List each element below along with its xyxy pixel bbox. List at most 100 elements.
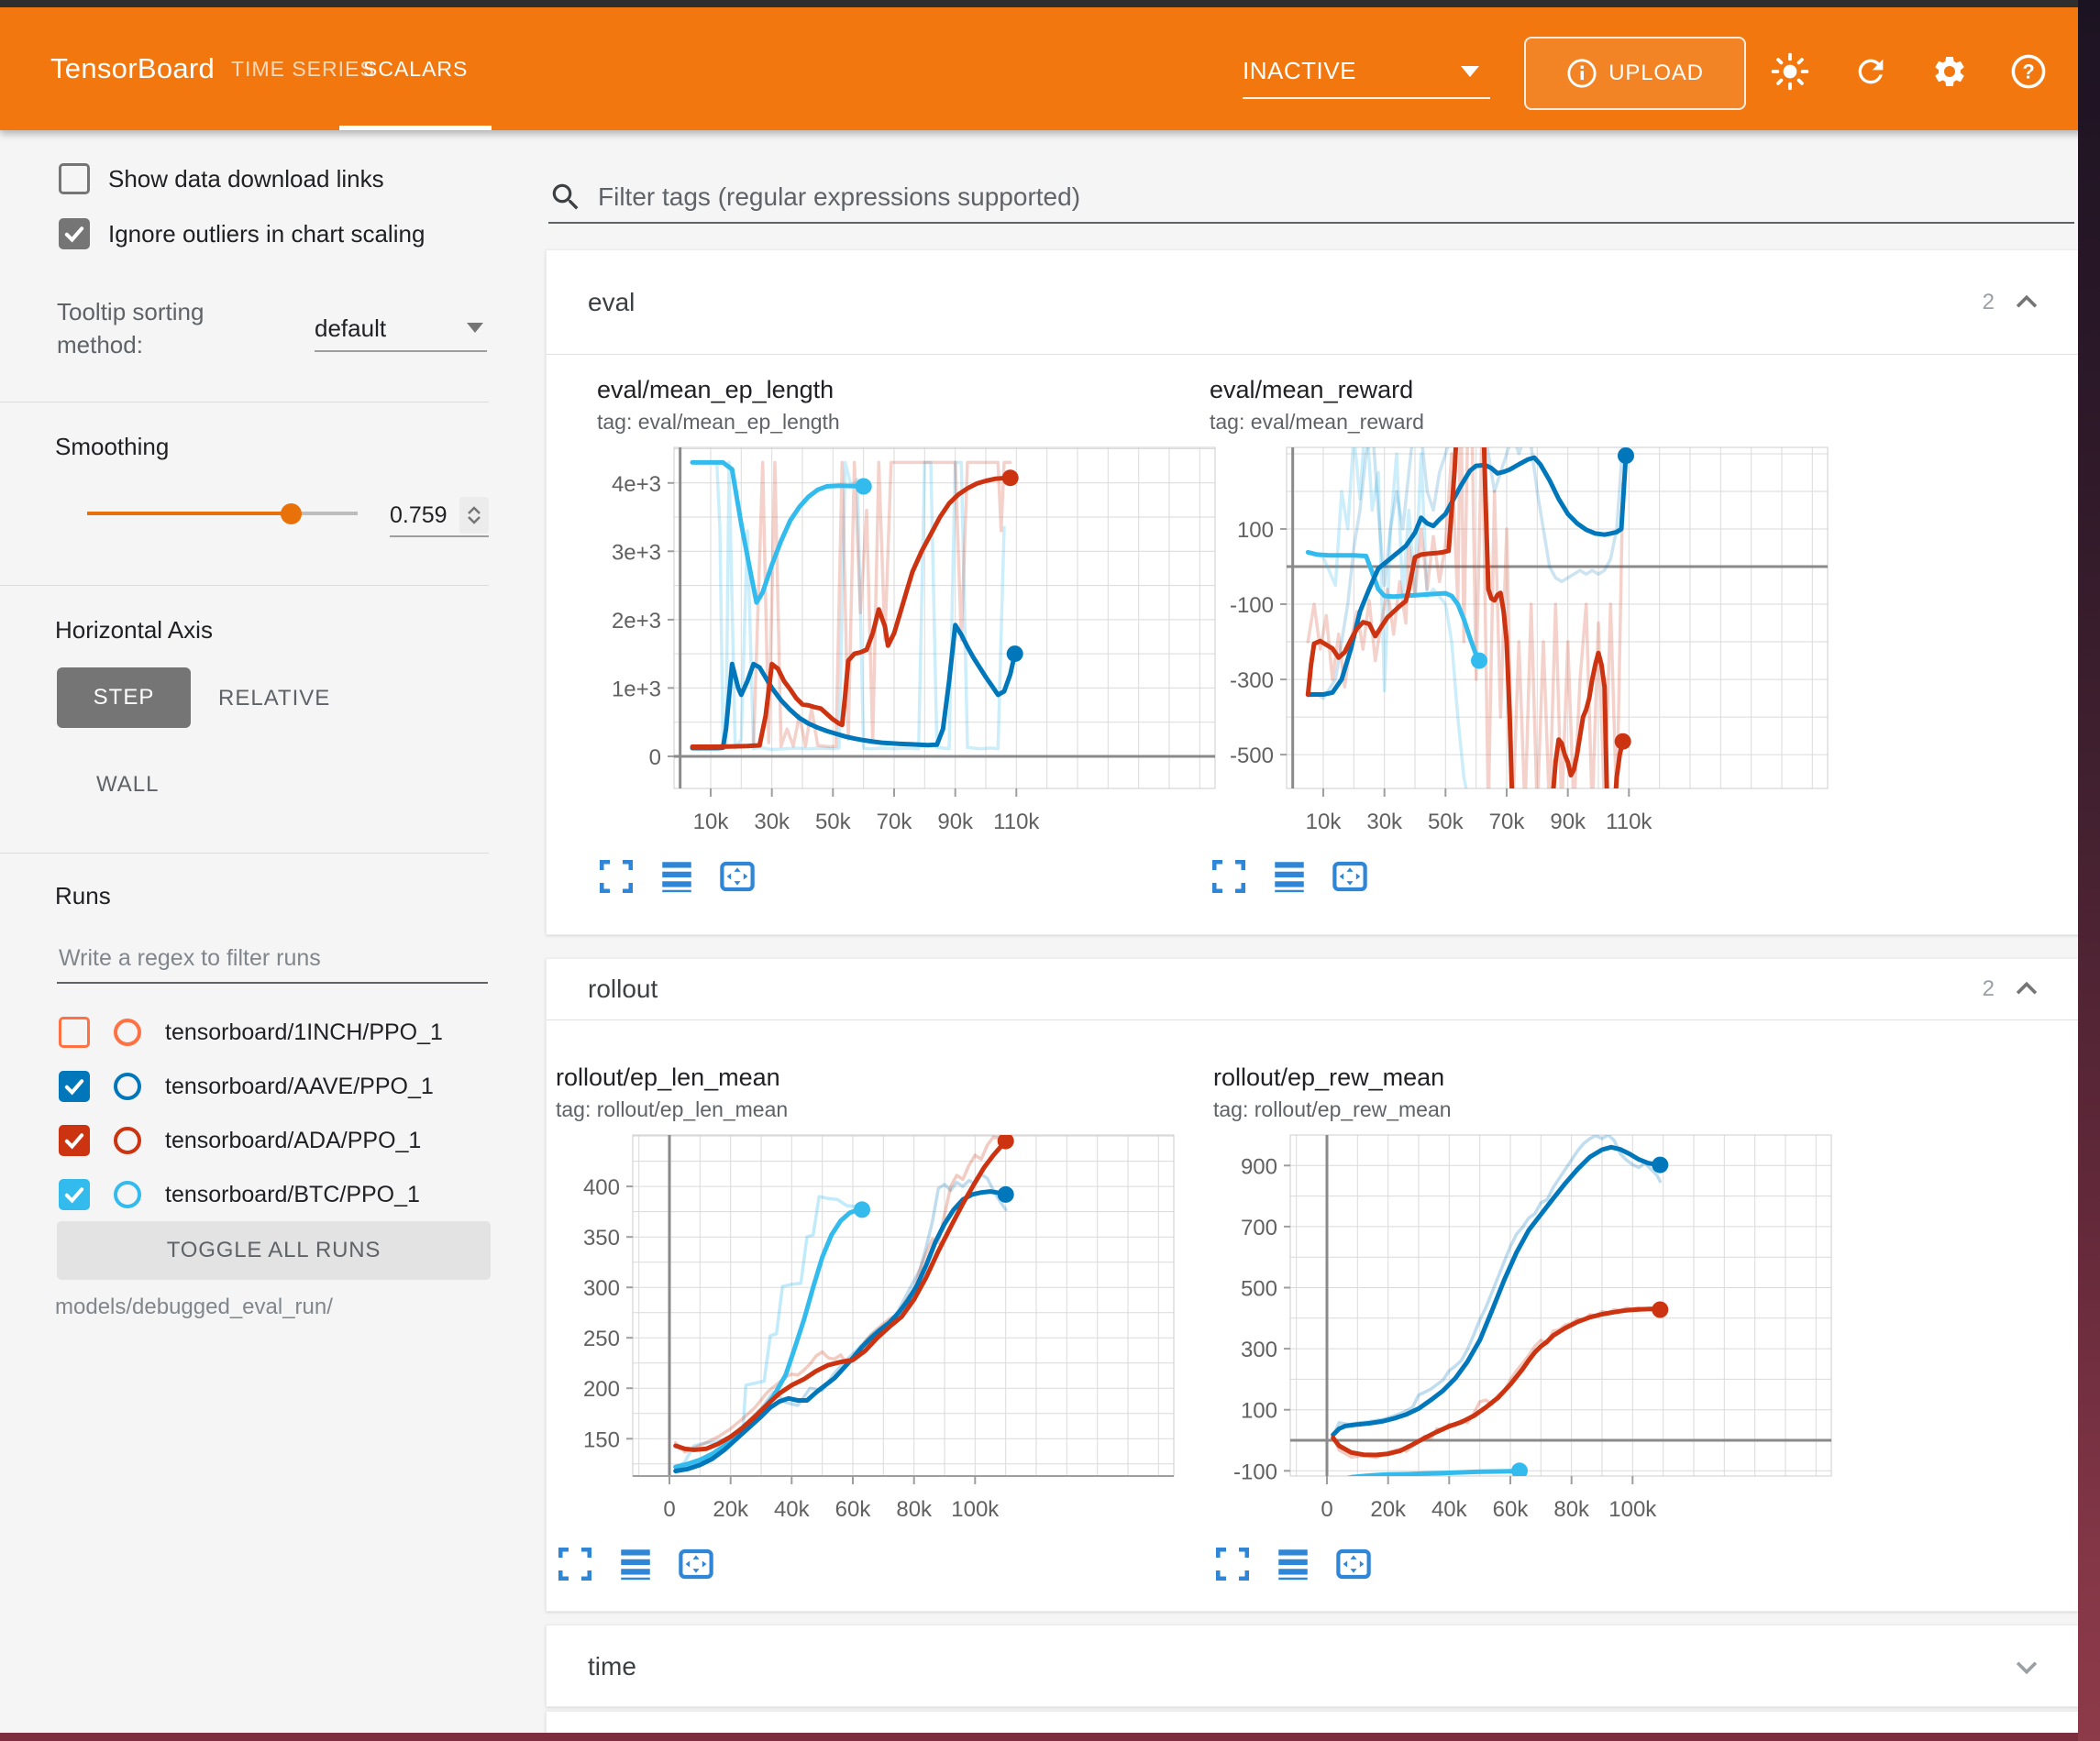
svg-text:700: 700 <box>1241 1216 1277 1240</box>
status-dropdown[interactable]: INACTIVE <box>1243 44 1490 99</box>
section-title: time <box>588 1652 636 1681</box>
chart-plot[interactable]: 10k30k50k70k90k110k100-100-300-500 <box>1210 440 1888 850</box>
chevron-up-icon[interactable] <box>2011 287 2042 318</box>
data-table-icon[interactable] <box>616 1545 655 1583</box>
svg-text:1e+3: 1e+3 <box>612 677 661 701</box>
svg-text:30k: 30k <box>1366 810 1403 834</box>
section-header-rollout[interactable]: rollout 2 <box>547 959 2079 1020</box>
desktop-right-edge <box>2078 0 2100 1741</box>
section-header-eval[interactable]: eval 2 <box>547 250 2079 355</box>
section-card-time: time <box>546 1625 2080 1707</box>
chart-plot[interactable]: 020k40k60k80k100k-100100300500700900 <box>1213 1128 1892 1537</box>
svg-text:110k: 110k <box>1606 810 1652 834</box>
chart-toolbar <box>597 857 1276 896</box>
run-color-swatch <box>114 1019 141 1046</box>
svg-text:100k: 100k <box>1608 1497 1657 1522</box>
help-button[interactable]: ? <box>2008 51 2049 92</box>
window-bottom-edge <box>0 1733 2100 1741</box>
checkbox-show-download-links-label: Show data download links <box>108 165 384 193</box>
svg-text:90k: 90k <box>1550 810 1586 834</box>
divider <box>0 853 489 854</box>
svg-text:200: 200 <box>583 1377 620 1402</box>
svg-text:250: 250 <box>583 1327 620 1351</box>
number-stepper[interactable] <box>459 497 489 534</box>
chevron-up-icon[interactable] <box>2011 974 2042 1005</box>
fullscreen-icon[interactable] <box>1213 1545 1252 1583</box>
fit-to-screen-icon[interactable] <box>1331 857 1369 896</box>
runs-filter-input[interactable] <box>57 944 482 973</box>
run-checkbox[interactable] <box>59 1071 90 1102</box>
chart-title: rollout/ep_rew_mean <box>1213 1063 1892 1092</box>
checkbox-ignore-outliers[interactable] <box>59 218 90 249</box>
help-icon: ? <box>2009 52 2048 91</box>
chart-toolbar <box>556 1545 1234 1583</box>
run-row-ada[interactable]: tensorboard/ADA/PPO_1 <box>59 1122 536 1159</box>
run-color-swatch <box>114 1181 141 1208</box>
section-count: 2 <box>1983 290 1995 315</box>
run-checkbox[interactable] <box>59 1125 90 1156</box>
filter-tags-input[interactable] <box>596 182 1975 213</box>
svg-text:100: 100 <box>1237 518 1274 543</box>
run-checkbox[interactable] <box>59 1017 90 1048</box>
svg-text:300: 300 <box>1241 1338 1277 1362</box>
filter-tags-field[interactable] <box>548 172 2074 224</box>
section-header-time[interactable]: time <box>547 1625 2079 1708</box>
svg-text:80k: 80k <box>896 1497 933 1522</box>
toggle-all-runs-button[interactable]: TOGGLE ALL RUNS <box>57 1221 491 1280</box>
chart-rollout-ep-len-mean: rollout/ep_len_mean tag: rollout/ep_len_… <box>556 1063 1234 1583</box>
upload-button-label: UPLOAD <box>1608 61 1704 86</box>
smoothing-value-input[interactable]: 0.759 <box>390 495 489 537</box>
chart-title: rollout/ep_len_mean <box>556 1063 1234 1092</box>
tooltip-sorting-dropdown[interactable]: default <box>315 306 487 352</box>
run-label: tensorboard/AAVE/PPO_1 <box>165 1074 434 1100</box>
svg-text:300: 300 <box>583 1276 620 1301</box>
runs-base-path: models/debugged_eval_run/ <box>55 1295 333 1320</box>
run-row-1inch[interactable]: tensorboard/1INCH/PPO_1 <box>59 1014 536 1051</box>
fit-to-screen-icon[interactable] <box>1334 1545 1373 1583</box>
chart-plot[interactable]: 020k40k60k80k100k150200250300350400 <box>556 1128 1234 1537</box>
fullscreen-icon[interactable] <box>556 1545 594 1583</box>
fullscreen-icon[interactable] <box>597 857 636 896</box>
smoothing-value: 0.759 <box>390 502 448 529</box>
chevron-down-icon[interactable] <box>2011 1651 2042 1682</box>
fullscreen-icon[interactable] <box>1210 857 1248 896</box>
chart-plot[interactable]: 10k30k50k70k90k110k01e+32e+33e+34e+3 <box>597 440 1276 850</box>
data-table-icon[interactable] <box>1270 857 1309 896</box>
tab-scalars[interactable]: SCALARS <box>339 7 492 130</box>
axis-option-relative[interactable]: RELATIVE <box>218 686 330 711</box>
fit-to-screen-icon[interactable] <box>718 857 757 896</box>
chart-toolbar <box>1210 857 1888 896</box>
data-table-icon[interactable] <box>658 857 696 896</box>
run-row-aave[interactable]: tensorboard/AAVE/PPO_1 <box>59 1068 536 1105</box>
svg-text:400: 400 <box>583 1175 620 1200</box>
smoothing-label: Smoothing <box>55 433 169 461</box>
axis-option-step[interactable]: STEP <box>57 667 191 728</box>
upload-button[interactable]: UPLOAD <box>1524 37 1746 110</box>
run-checkbox[interactable] <box>59 1179 90 1210</box>
refresh-icon <box>1852 53 1889 90</box>
data-table-icon[interactable] <box>1274 1545 1312 1583</box>
gear-icon <box>1931 53 1968 90</box>
svg-text:-500: -500 <box>1230 744 1274 768</box>
app-header: TensorBoard TIME SERIES SCALARS INACTIVE… <box>0 7 2100 130</box>
svg-text:80k: 80k <box>1553 1497 1590 1522</box>
settings-button[interactable] <box>1929 51 1970 92</box>
smoothing-slider-handle[interactable] <box>281 503 302 524</box>
chevron-up-icon <box>467 506 481 515</box>
fit-to-screen-icon[interactable] <box>677 1545 715 1583</box>
run-row-btc[interactable]: tensorboard/BTC/PPO_1 <box>59 1176 536 1213</box>
svg-text:-100: -100 <box>1233 1460 1277 1484</box>
runs-filter-field[interactable] <box>57 944 488 984</box>
svg-text:0: 0 <box>1321 1497 1332 1522</box>
reload-data-button[interactable] <box>1851 51 1891 92</box>
checkbox-show-download-links[interactable] <box>59 163 90 194</box>
chart-title: eval/mean_reward <box>1210 376 1888 404</box>
chart-tag: tag: rollout/ep_rew_mean <box>1213 1097 1892 1122</box>
chevron-down-icon <box>467 515 481 524</box>
divider <box>0 585 489 586</box>
app-title: TensorBoard <box>50 7 215 130</box>
section-title: eval <box>588 288 635 317</box>
run-label: tensorboard/ADA/PPO_1 <box>165 1128 421 1154</box>
brightness-toggle-button[interactable] <box>1770 51 1810 92</box>
axis-option-wall[interactable]: WALL <box>96 772 159 798</box>
